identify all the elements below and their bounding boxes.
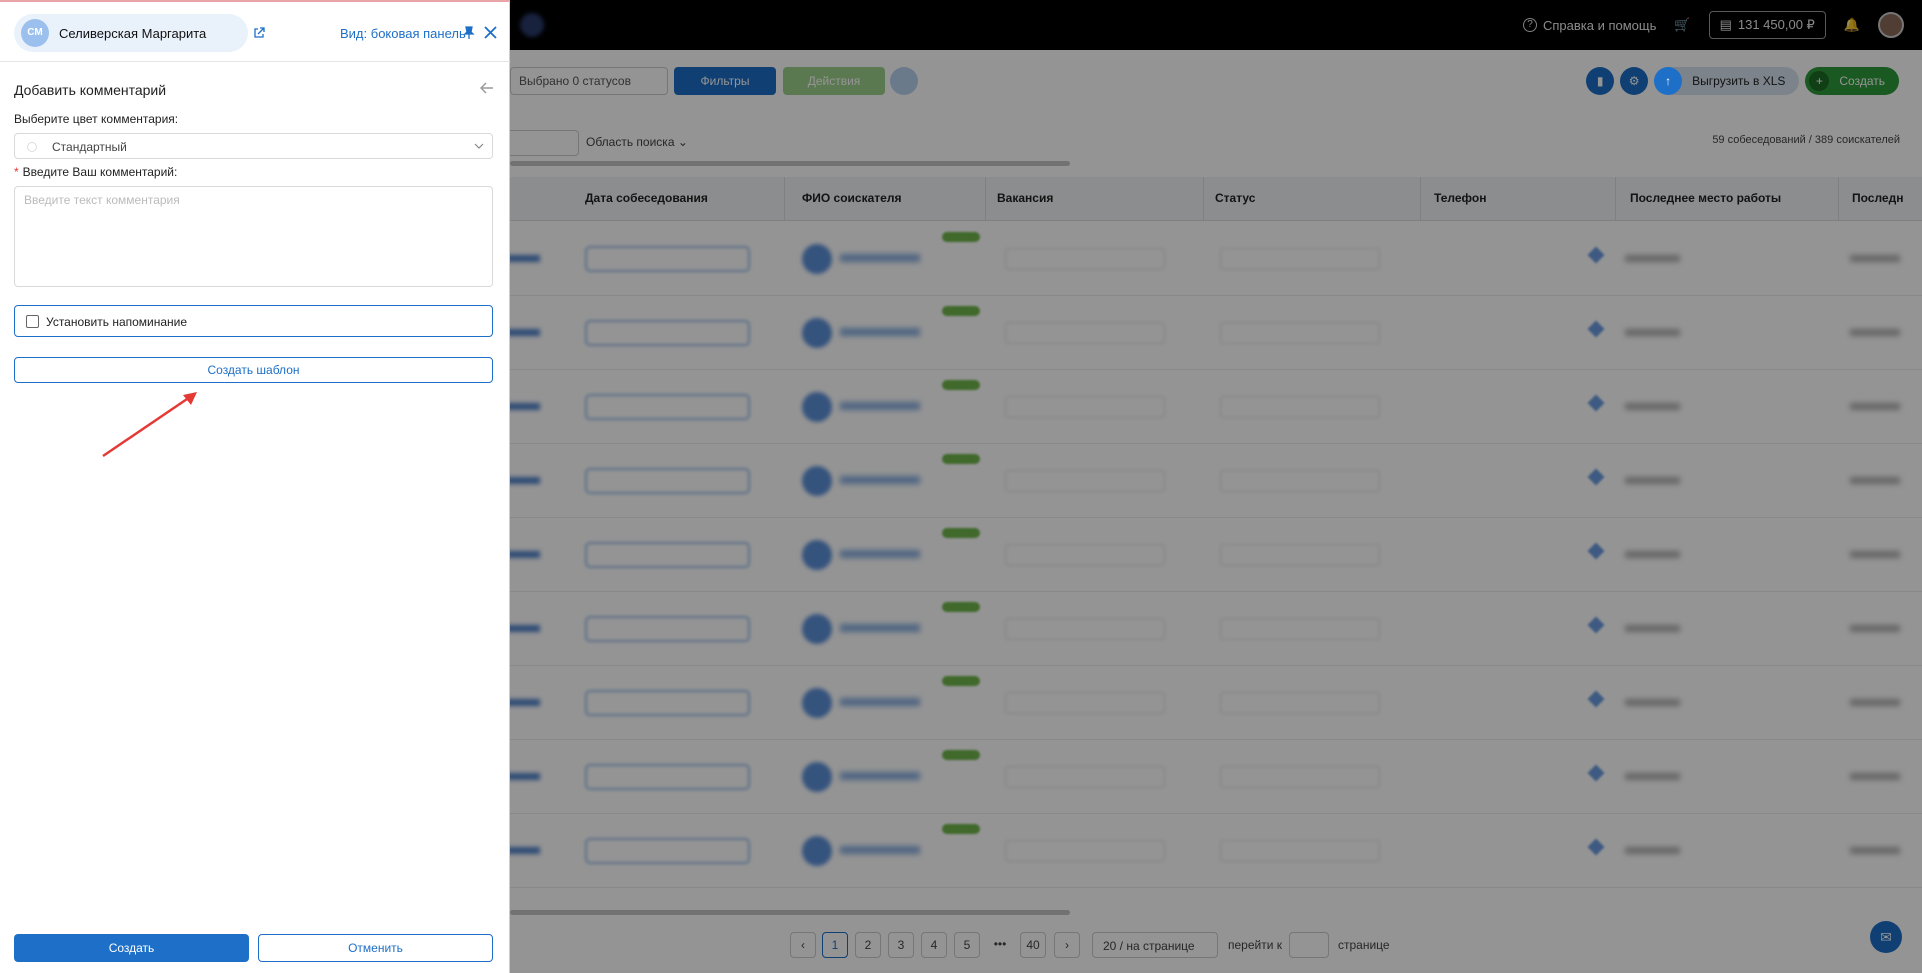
comment-label-text: Введите Ваш комментарий: [22, 165, 178, 179]
create-button[interactable]: Создать [14, 934, 249, 962]
color-dot-icon [27, 142, 37, 152]
user-name: Селиверская Маргарита [59, 25, 207, 41]
cancel-button[interactable]: Отменить [258, 934, 493, 962]
required-asterisk-icon: * [14, 165, 19, 179]
close-icon[interactable] [484, 26, 497, 39]
user-chip[interactable]: СМ Селиверская Маргарита [14, 14, 248, 52]
arrow-left-icon[interactable] [480, 82, 494, 94]
reminder-label: Установить напоминание [46, 315, 188, 329]
comment-textarea[interactable] [14, 186, 493, 287]
reminder-checkbox[interactable] [26, 315, 39, 328]
comment-side-panel: СМ Селиверская Маргарита Вид: боковая па… [0, 0, 510, 973]
panel-header: СМ Селиверская Маргарита Вид: боковая па… [0, 2, 510, 62]
chevron-down-icon [474, 143, 484, 149]
view-mode-link[interactable]: Вид: боковая панель [340, 26, 466, 41]
pin-icon[interactable] [463, 26, 475, 40]
color-select[interactable]: Стандартный [14, 133, 493, 159]
annotation-arrow-icon [102, 392, 197, 458]
comment-label: * Введите Ваш комментарий: [14, 165, 177, 179]
reminder-toggle[interactable]: Установить напоминание [14, 305, 493, 337]
user-initials-avatar: СМ [21, 19, 49, 47]
color-label: Выберите цвет комментария: [14, 112, 179, 126]
color-select-value: Стандартный [52, 140, 127, 154]
upload-icon[interactable]: ↑ [1654, 67, 1683, 95]
panel-title: Добавить комментарий [14, 82, 167, 98]
external-link-icon[interactable] [253, 27, 265, 39]
create-template-button[interactable]: Создать шаблон [14, 357, 493, 383]
